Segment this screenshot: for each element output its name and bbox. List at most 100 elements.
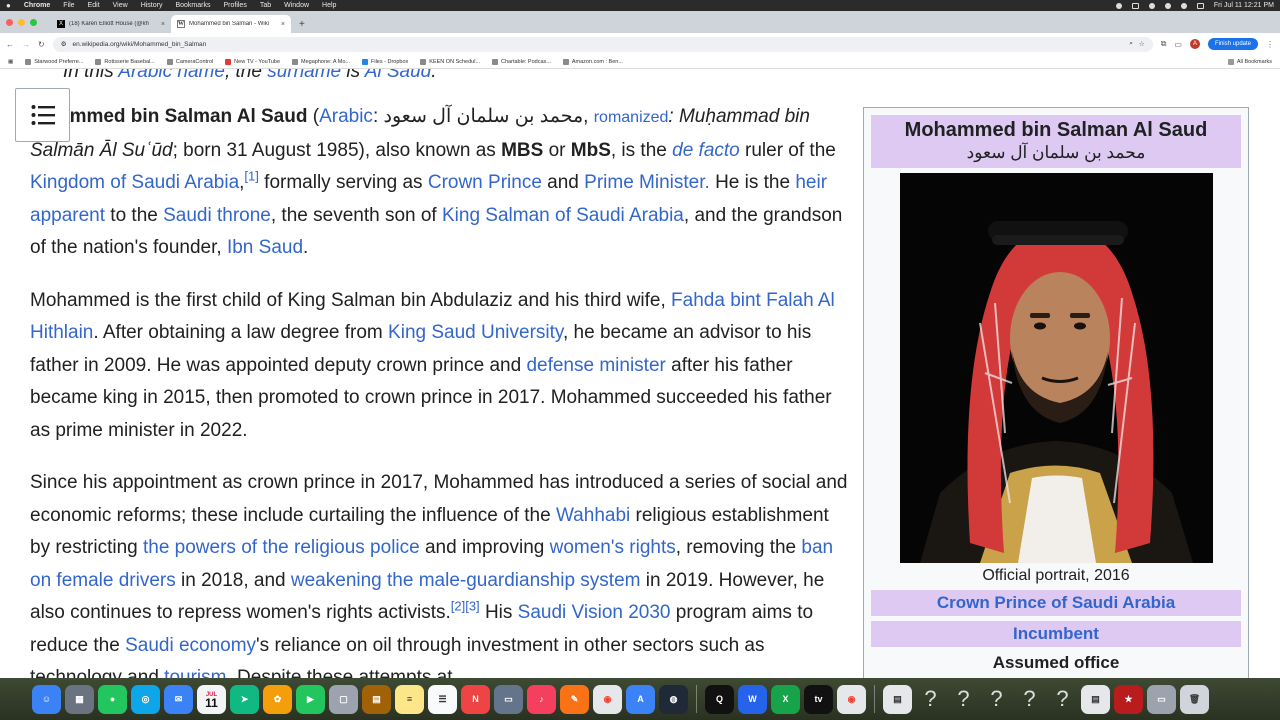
keynote-icon[interactable]: ▭ xyxy=(494,684,523,714)
link-defense-minister[interactable]: defense minister xyxy=(526,355,665,376)
menu-edit[interactable]: Edit xyxy=(88,2,100,9)
link-king-saud-university[interactable]: King Saud University xyxy=(388,322,563,343)
menu-bookmarks[interactable]: Bookmarks xyxy=(175,2,210,9)
bookmark-item[interactable]: CameraControl xyxy=(166,58,213,65)
link-womens-rights[interactable]: women's rights xyxy=(550,537,676,558)
link-prime-minister[interactable]: Prime Minister. xyxy=(584,172,710,193)
address-bar[interactable]: ⚙ en.wikipedia.org/wiki/Mohammed_bin_Sal… xyxy=(52,36,1153,52)
close-window-button[interactable] xyxy=(6,18,13,26)
missing-app-icon[interactable]: ? xyxy=(916,686,945,712)
minimize-window-button[interactable] xyxy=(18,18,25,26)
finish-update-button[interactable]: Finish update xyxy=(1207,38,1258,50)
launchpad-icon[interactable]: ▦ xyxy=(65,684,94,714)
safari-icon[interactable]: ◎ xyxy=(131,684,160,714)
zoom-window-button[interactable] xyxy=(30,18,37,26)
tab-wikipedia[interactable]: W Mohammed bin Salman - Wiki × xyxy=(171,15,291,33)
link-religious-police[interactable]: the powers of the religious police xyxy=(143,537,420,558)
more-menu-icon[interactable]: ⋮ xyxy=(1266,40,1274,49)
bookmark-item[interactable]: Rotisserie Basebal... xyxy=(95,58,155,65)
link-male-guardianship[interactable]: weakening the male-guardianship system xyxy=(291,570,641,591)
menu-tab[interactable]: Tab xyxy=(260,2,271,9)
link-crown-prince-of-saudi-arabia[interactable]: Crown Prince of Saudi Arabia xyxy=(937,593,1175,612)
link-kingdom-of-saudi-arabia[interactable]: Kingdom of Saudi Arabia xyxy=(30,172,239,193)
menu-help[interactable]: Help xyxy=(322,2,336,9)
app-store-icon[interactable]: A xyxy=(626,684,655,714)
link-wahhabi[interactable]: Wahhabi xyxy=(556,505,630,526)
site-info-icon[interactable]: ⚙ xyxy=(61,40,67,48)
facetime-icon[interactable]: ▶ xyxy=(296,684,325,714)
forward-icon[interactable]: → xyxy=(22,40,30,49)
link-tourism[interactable]: tourism xyxy=(164,667,226,678)
portrait-image[interactable] xyxy=(899,173,1213,563)
bookmark-item[interactable]: Amazon.com : Ben... xyxy=(562,58,623,65)
preview-icon[interactable]: ▢ xyxy=(329,684,358,714)
news-icon[interactable]: N xyxy=(461,684,490,714)
bookmark-item[interactable]: Files - Dropbox xyxy=(361,58,408,65)
citation-1[interactable]: [1] xyxy=(244,169,258,184)
wifi-icon[interactable] xyxy=(1164,2,1171,9)
flag-image-icon[interactable]: ★ xyxy=(1114,684,1143,714)
missing-app-icon[interactable]: ? xyxy=(982,686,1011,712)
profile-avatar[interactable]: A xyxy=(1189,39,1200,49)
menu-view[interactable]: View xyxy=(113,2,128,9)
link-surname[interactable]: surname xyxy=(267,69,341,82)
excel-icon[interactable]: X xyxy=(771,684,800,714)
close-tab-icon[interactable]: × xyxy=(281,21,285,28)
table-of-contents-button[interactable] xyxy=(15,88,70,142)
notes-icon[interactable]: ≡ xyxy=(395,684,424,714)
notes-folder-icon[interactable]: ▤ xyxy=(362,684,391,714)
menu-app-name[interactable]: Chrome xyxy=(24,2,50,9)
menu-file[interactable]: File xyxy=(63,2,74,9)
sidepanel-icon[interactable]: ▭ xyxy=(1174,40,1182,49)
photos-icon[interactable]: ✿ xyxy=(263,684,292,714)
link-saudi-throne[interactable]: Saudi throne xyxy=(163,205,271,226)
control-center-icon[interactable] xyxy=(1196,2,1204,9)
close-tab-icon[interactable]: × xyxy=(161,21,165,28)
document-icon[interactable]: ▤ xyxy=(883,684,912,714)
apps-grid-icon[interactable]: ▦ xyxy=(8,59,13,65)
link-de-facto[interactable]: de facto xyxy=(672,140,740,161)
calendar-icon[interactable]: JUL 11 xyxy=(197,684,226,714)
screenshot-icon[interactable]: ▭ xyxy=(1147,684,1176,714)
spotlight-icon[interactable] xyxy=(1180,2,1187,9)
reminders-icon[interactable]: ☰ xyxy=(428,684,457,714)
battery-icon[interactable] xyxy=(1131,2,1139,9)
bookmark-item[interactable]: Chartable: Podcas... xyxy=(492,58,551,65)
extensions-icon[interactable]: ⧉ xyxy=(1161,39,1167,49)
link-crown-prince[interactable]: Crown Prince xyxy=(428,172,542,193)
pages-icon[interactable]: ✎ xyxy=(560,684,589,714)
bookmark-item[interactable]: New TV - YouTube xyxy=(225,58,280,65)
mail-icon[interactable]: ✉ xyxy=(164,684,193,714)
file-icon[interactable]: ▤ xyxy=(1081,684,1110,714)
word-icon[interactable]: W xyxy=(738,684,767,714)
messages-icon[interactable]: ● xyxy=(98,684,127,714)
zoom-icon[interactable]: ⌕ xyxy=(1129,40,1133,48)
citation-2-3[interactable]: [2][3] xyxy=(451,599,480,614)
quicktime-icon[interactable]: Q xyxy=(705,684,734,714)
new-tab-button[interactable]: + xyxy=(291,19,313,33)
missing-app-icon[interactable]: ? xyxy=(949,686,978,712)
menu-window[interactable]: Window xyxy=(284,2,309,9)
url-text[interactable]: en.wikipedia.org/wiki/Mohammed_bin_Salma… xyxy=(73,41,207,48)
tab-karen-elliott[interactable]: X (18) Karen Elliott House (@kh × xyxy=(51,15,171,33)
apple-tv-icon[interactable]: tv xyxy=(804,684,833,714)
finder-icon[interactable]: ☺ xyxy=(32,684,61,714)
reload-icon[interactable]: ↻ xyxy=(38,40,45,49)
link-al-saud[interactable]: Al Saud xyxy=(365,69,432,82)
music-icon[interactable]: ♪ xyxy=(527,684,556,714)
link-arabic[interactable]: Arabic xyxy=(319,106,373,127)
bookmark-item[interactable]: KEEN ON Schedul... xyxy=(420,58,480,65)
back-icon[interactable]: ← xyxy=(6,40,14,49)
chrome-app-icon[interactable]: ◉ xyxy=(837,684,866,714)
status-icon[interactable] xyxy=(1115,2,1122,9)
trash-icon[interactable]: 🗑 xyxy=(1180,684,1209,714)
menu-history[interactable]: History xyxy=(141,2,163,9)
control-icon[interactable] xyxy=(1148,2,1155,9)
link-saudi-vision-2030[interactable]: Saudi Vision 2030 xyxy=(518,602,671,623)
chrome-icon[interactable]: ◉ xyxy=(593,684,622,714)
bookmark-item[interactable]: Starwood Preferre... xyxy=(25,58,83,65)
link-romanized[interactable]: romanized xyxy=(594,109,669,126)
missing-app-icon[interactable]: ? xyxy=(1048,686,1077,712)
missing-app-icon[interactable]: ? xyxy=(1015,686,1044,712)
link-arabic-name[interactable]: Arabic name xyxy=(118,69,225,82)
